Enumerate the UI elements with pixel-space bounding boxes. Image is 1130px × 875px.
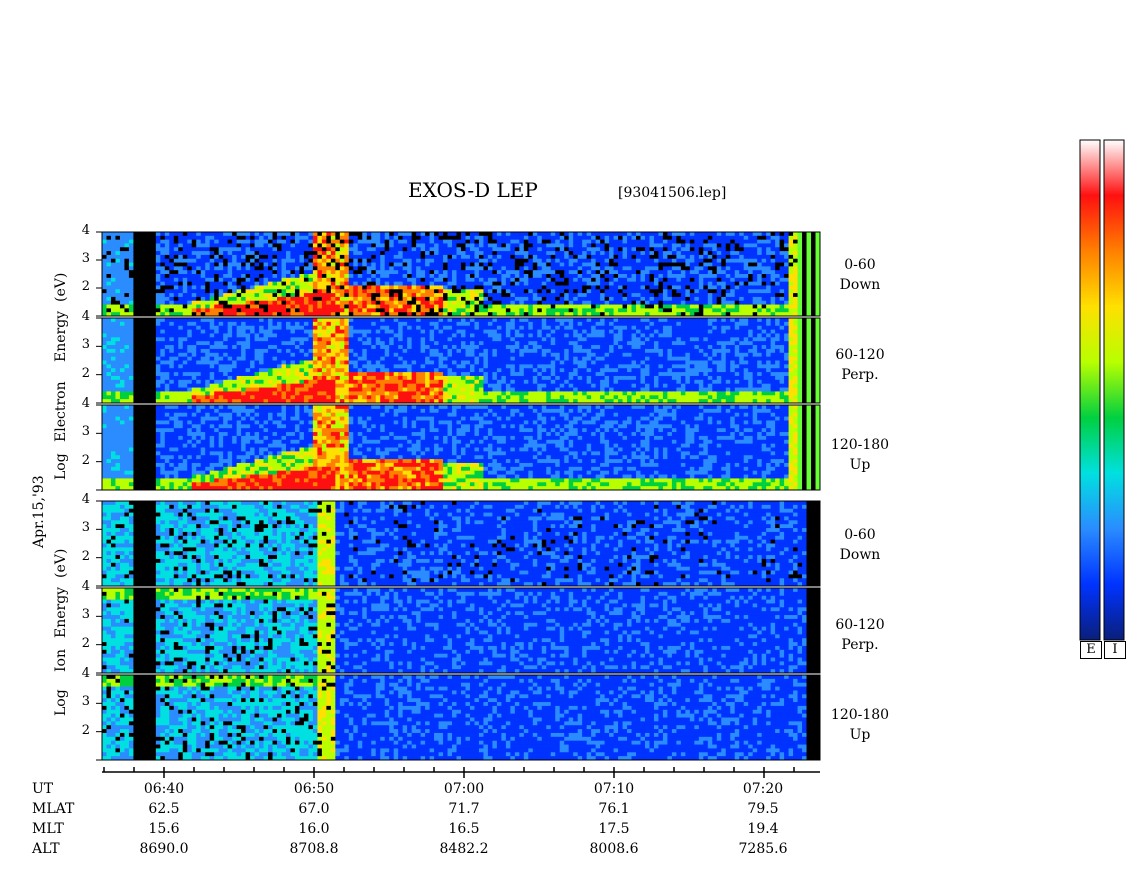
channel-label-e3: 120-180 Up	[820, 435, 900, 475]
ephemeris-value: 19.4	[723, 821, 803, 837]
ephemeris-value: 16.0	[274, 821, 354, 837]
spectrogram-panel-3	[101, 404, 821, 491]
spectrogram-panel-5	[101, 587, 821, 674]
ephemeris-value: 76.1	[574, 801, 654, 817]
y-tick-label: 3	[76, 694, 90, 709]
ephemeris-value: 79.5	[723, 801, 803, 817]
ephemeris-row-label: MLAT	[32, 801, 74, 817]
electron-axis-label-ev: (eV)	[53, 273, 69, 302]
y-tick-label: 2	[76, 636, 90, 651]
colorbar-ion	[1103, 139, 1125, 641]
electron-axis-label-log: Log	[53, 453, 69, 480]
channel-label-e1: 0-60 Down	[820, 255, 900, 295]
y-tick-label: 2	[76, 366, 90, 381]
colorbar-electron	[1079, 139, 1101, 641]
y-tick-label: 3	[76, 520, 90, 535]
y-tick-label: 4	[76, 396, 90, 411]
y-tick-label: 3	[76, 607, 90, 622]
channel-label-e2: 60-120 Perp.	[820, 345, 900, 385]
y-tick-label: 4	[76, 223, 90, 238]
ephemeris-value: 16.5	[424, 821, 504, 837]
y-tick-label: 4	[76, 579, 90, 594]
ion-axis-label-ion: Ion	[53, 649, 69, 672]
ephemeris-value: 62.5	[124, 801, 204, 817]
ephemeris-value: 8690.0	[124, 841, 204, 857]
colorbar-label-ion: I	[1104, 641, 1126, 659]
spectrogram-panel-1	[101, 231, 821, 317]
ephemeris-value: 8008.6	[574, 841, 654, 857]
ion-axis-label-ev: (eV)	[53, 549, 69, 578]
colorbar-label-electron: E	[1080, 641, 1102, 659]
ephemeris-value: 8708.8	[274, 841, 354, 857]
ion-axis-label-log: Log	[53, 689, 69, 716]
spectrogram-panel-4	[101, 500, 821, 587]
spectrogram-panel-6	[101, 674, 821, 761]
date-label: Apr.15,'93	[31, 475, 47, 548]
ephemeris-value: 07:10	[574, 781, 654, 797]
y-tick-label: 4	[76, 666, 90, 681]
ephemeris-value: 07:20	[723, 781, 803, 797]
y-tick-label: 2	[76, 723, 90, 738]
electron-axis-label-electron: Electron	[53, 381, 69, 442]
electron-axis-label-energy: Energy	[53, 311, 69, 362]
channel-label-i1: 0-60 Down	[820, 525, 900, 565]
y-tick-label: 4	[76, 309, 90, 324]
y-tick-label: 3	[76, 251, 90, 266]
spectrogram-panel-2	[101, 317, 821, 404]
y-tick-label: 4	[76, 492, 90, 507]
y-tick-label: 3	[76, 337, 90, 352]
ephemeris-row-label: UT	[32, 781, 53, 797]
ion-axis-label-energy: Energy	[53, 587, 69, 638]
ephemeris-value: 06:40	[124, 781, 204, 797]
ephemeris-value: 67.0	[274, 801, 354, 817]
channel-label-i3: 120-180 Up	[820, 705, 900, 745]
ephemeris-value: 8482.2	[424, 841, 504, 857]
ephemeris-value: 06:50	[274, 781, 354, 797]
spectrogram-plot	[96, 139, 1125, 778]
y-tick-label: 2	[76, 279, 90, 294]
ephemeris-value: 15.6	[124, 821, 204, 837]
ephemeris-value: 71.7	[424, 801, 504, 817]
ephemeris-value: 07:00	[424, 781, 504, 797]
y-tick-label: 3	[76, 424, 90, 439]
y-tick-label: 2	[76, 453, 90, 468]
ephemeris-row-label: ALT	[32, 841, 60, 857]
ephemeris-value: 17.5	[574, 821, 654, 837]
y-tick-label: 2	[76, 549, 90, 564]
channel-label-i2: 60-120 Perp.	[820, 615, 900, 655]
ephemeris-row-label: MLT	[32, 821, 64, 837]
ephemeris-value: 7285.6	[723, 841, 803, 857]
